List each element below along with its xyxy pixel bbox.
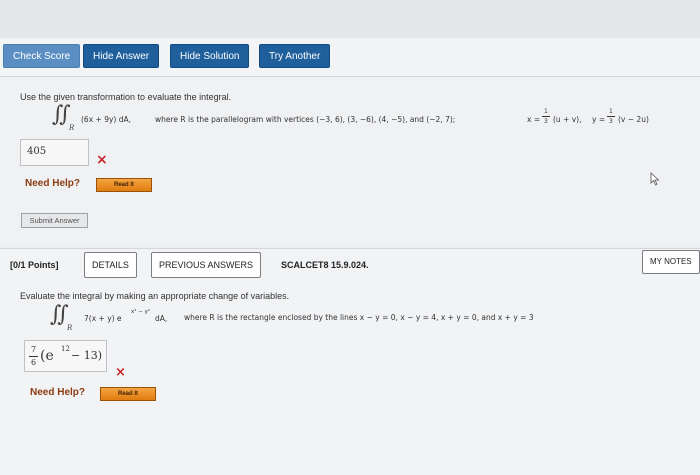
check-score-button[interactable]: Check Score [3,44,81,68]
question-2-answer-field[interactable]: 7 6 (e 12 − 13) [24,340,107,372]
question-1-description: where R is the parallelogram with vertic… [155,115,456,124]
question-1-answer-value: 405 [27,146,47,157]
transform-y-label: y = [592,115,606,124]
transform-y-frac-den: 3 [609,118,613,125]
toolbar: Check Score Hide Answer Hide Solution Tr… [0,38,700,77]
transform-x-label: x = [527,115,541,124]
hide-answer-button[interactable]: Hide Answer [83,44,160,68]
question-2-code: SCALCET8 15.9.024. [281,260,369,270]
answer-frac-den: 6 [31,358,37,367]
question-2-description: where R is the rectangle enclosed by the… [184,313,534,322]
answer-exponent: 12 [61,345,70,353]
wrong-answer-icon: × [96,152,108,168]
double-integral-symbol: ∬ [52,102,71,127]
question-1-integrand: (6x + 9y) dA, [81,115,131,124]
try-another-button[interactable]: Try Another [259,44,331,68]
hide-solution-button[interactable]: Hide Solution [170,44,250,68]
arrow-cursor-icon [650,172,660,186]
need-help-label-2: Need Help? [30,387,86,398]
need-help-label: Need Help? [25,178,81,189]
integral-region-label-2: R [67,324,73,332]
question-1-instruction: Use the given transformation to evaluate… [20,92,232,102]
transform-y-frac-bar [607,116,615,117]
answer-frac-bar [29,356,38,357]
read-it-button-2[interactable]: Read It [100,387,156,401]
transform-x-expr: (u + v), [553,115,582,124]
integral-region-label: R [69,124,75,132]
double-integral-symbol-2: ∬ [50,302,69,327]
transform-x-frac-den: 3 [544,118,548,125]
my-notes-button[interactable]: MY NOTES [642,250,700,274]
question-2-integrand: 7(x + y) e [84,314,122,323]
transform-x-frac-bar [542,116,550,117]
answer-frac-num: 7 [31,345,37,354]
question-2-score: [0/1 Points] [10,260,59,270]
answer-close: − 13) [71,349,103,362]
read-it-button[interactable]: Read It [96,178,152,192]
wrong-answer-icon-2: × [115,365,126,380]
transform-x-frac-num: 1 [544,108,548,115]
question-2-instruction: Evaluate the integral by making an appro… [20,291,290,301]
submit-answer-button[interactable]: Submit Answer [21,213,88,228]
question-1-answer-field[interactable]: 405 [20,139,89,166]
transform-y-frac-num: 1 [609,108,613,115]
top-band [0,0,700,40]
answer-open: (e [40,348,54,364]
question-2-integrand-tail: dA, [155,314,168,323]
previous-answers-button[interactable]: PREVIOUS ANSWERS [151,252,262,278]
details-button[interactable]: DETAILS [84,252,137,278]
transform-y-expr: (v − 2u) [618,115,649,124]
question-2-integrand-exponent: x² − y² [131,309,151,315]
